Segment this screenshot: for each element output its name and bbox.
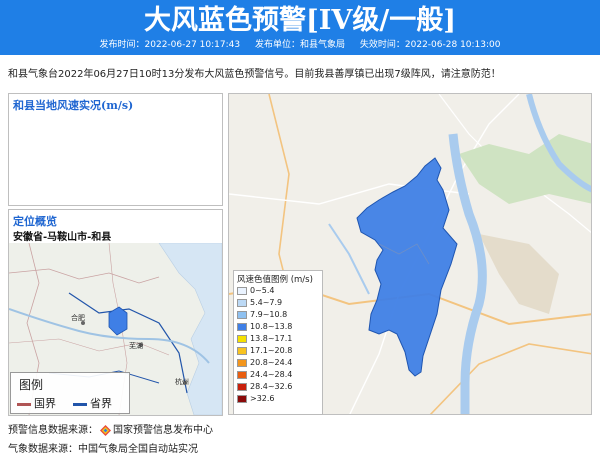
wind-speed-legend: 风速色值图例 (m/s) 0~5.4 5.4~7.9 7.9~10.8 10.8… [233,270,323,415]
legend-entry-0: 0~5.4 [237,285,275,296]
swatch-7 [237,370,247,379]
wind-speed-legend-title: 风速色值图例 (m/s) [237,275,313,285]
legend-entry-7: 24.4~28.4 [237,369,292,380]
swatch-1 [237,298,247,307]
warning-center-logo-icon [100,424,111,436]
legend-entry-2: 7.9~10.8 [237,309,287,320]
warning-source: 预警信息数据来源： 国家预警信息发布中心 [8,424,213,436]
swatch-2 [237,310,247,319]
location-panel-title: 定位概览 [13,215,57,228]
legend-entry-6: 20.8~24.4 [237,357,292,368]
warning-meta: 发布时间：2022-06-27 10:17:43 发布单位：和县气象局 失效时间… [0,38,600,52]
expire-time: 失效时间：2022-06-28 10:13:00 [359,40,501,50]
legend-item-national-border: 国界 [17,395,56,411]
city-label-wuhu: 芜湖 [129,342,143,350]
legend-entry-8: 28.4~32.6 [237,381,292,392]
overview-legend-title: 图例 [19,378,44,392]
swatch-4 [237,334,247,343]
publisher: 发布单位：和县气象局 [254,40,346,50]
swatch-3 [237,322,247,331]
swatch-5 [237,346,247,355]
location-text: 安徽省-马鞍山市-和县 [13,232,112,243]
swatch-0 [237,286,247,295]
legend-entry-9: >32.6 [237,393,275,404]
swatch-6 [237,358,247,367]
city-label-hefei: 合肥 [71,314,85,322]
swatch-9 [237,394,247,403]
province-border-line-icon [73,402,87,406]
national-border-line-icon [17,402,31,406]
legend-entry-3: 10.8~13.8 [237,321,292,332]
legend-entry-5: 17.1~20.8 [237,345,292,356]
city-label-hangzhou: 杭州 [175,378,189,386]
warning-description: 和县气象台2022年06月27日10时13分发布大风蓝色预警信号。目前我县善厚镇… [8,69,501,80]
legend-entry-4: 13.8~17.1 [237,333,292,344]
publish-time: 发布时间：2022-06-27 10:17:43 [99,40,241,50]
wind-speed-panel: 和县当地风速实况(m/s) [8,93,223,206]
warning-title: 大风蓝色预警[IV级/一般] [144,5,456,36]
swatch-8 [237,382,247,391]
weather-data-source: 气象数据来源：中国气象局全国自动站实况 [8,444,198,455]
legend-entry-1: 5.4~7.9 [237,297,282,308]
wind-speed-panel-title: 和县当地风速实况(m/s) [13,99,134,112]
warning-header: 大风蓝色预警[IV级/一般] 发布时间：2022-06-27 10:17:43 … [0,0,600,55]
overview-map-legend: 图例 国界 省界 [10,372,130,414]
legend-item-province-border: 省界 [73,395,112,411]
